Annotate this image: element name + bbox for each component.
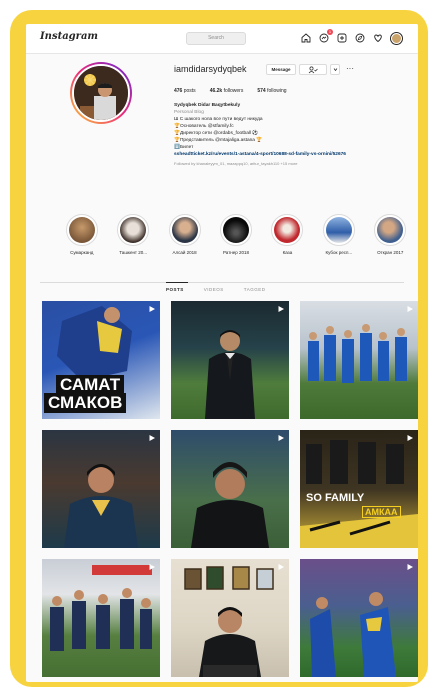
profile-avatar-icon[interactable] [390,32,402,44]
post-thumbnail[interactable] [171,430,289,548]
bio-line: Ш С шакого нола все пути ведут никуда [174,117,263,122]
profile-bio: Sydyqbek Didar Baqytbekuly Personal Blog… [174,102,404,167]
post-thumbnail[interactable] [171,301,289,419]
following-stat[interactable]: 574 following [257,88,286,94]
notification-badge: 1 [327,29,333,35]
reel-icon [407,306,413,312]
post-caption-text: САМАТ [56,375,125,395]
instagram-logo[interactable]: Instagram [40,31,98,42]
suggested-dropdown-button[interactable] [330,64,340,75]
reel-icon [149,306,155,312]
posts-grid: САМАТ СМАКОВ SO FAMILY АМКАА [42,301,418,677]
reel-icon [407,564,413,570]
tab-posts[interactable]: POSTS [166,287,184,292]
instagram-screen: Instagram Search 1 iamdidarsydyqbek Mess… [26,24,418,682]
profile-username: iamdidarsydyqbek [174,64,247,74]
posts-stat: 476 posts [174,88,196,94]
explore-icon[interactable] [354,32,366,44]
bio-line: ⬇️Билет [174,145,194,150]
post-thumbnail[interactable] [42,430,160,548]
profile-stats: 476 posts 46.2k followers 574 following [174,88,287,94]
highlight-item[interactable]: Ташкент 20... [109,214,156,255]
tabs-divider [40,282,404,283]
top-nav-bar: Instagram Search 1 [26,24,418,54]
post-caption-text: АМКАА [362,506,401,518]
highlight-item[interactable]: Откран 2017 [367,214,414,255]
new-post-icon[interactable] [336,32,348,44]
highlight-item[interactable]: Каза [264,214,311,255]
post-thumbnail[interactable] [42,559,160,677]
post-caption-text: СМАКОВ [44,393,127,413]
nav-icons: 1 [300,29,402,44]
highlight-item[interactable]: Алсай 2018 [161,214,208,255]
post-thumbnail[interactable] [171,559,289,677]
post-thumbnail[interactable] [300,559,418,677]
followed-by-text[interactable]: Followed by khanaleyym_01, mazappq10, ar… [174,160,404,167]
home-icon[interactable] [300,32,312,44]
profile-category: Personal Blog [174,110,204,115]
bio-line: 🏆Основатель @stfamily.fc [174,124,234,129]
more-options-button[interactable]: ··· [346,64,354,73]
messenger-icon[interactable]: 1 [318,29,333,44]
post-thumbnail[interactable]: САМАТ СМАКОВ [42,301,160,419]
reel-icon [149,435,155,441]
reel-icon [407,435,413,441]
reel-icon [278,306,284,312]
message-button[interactable]: Message [266,64,296,75]
bio-link[interactable]: ssheadtticket.kz/ru/events/1-astana/4-sp… [174,151,404,158]
reel-icon [278,435,284,441]
active-tab-indicator [166,282,188,283]
profile-full-name: Sydyqbek Didar Baqytbekuly [174,103,241,108]
highlight-item[interactable]: Сумарканд [58,214,105,255]
following-button[interactable] [299,64,327,75]
profile-picture[interactable] [70,62,132,124]
bio-line: 🏆Представитель @mtajaliga.astana 🏆 [174,138,263,143]
post-caption-text: SO FAMILY [306,492,365,504]
heart-icon[interactable] [372,32,384,44]
tab-tagged[interactable]: TAGGED [244,287,266,292]
search-input[interactable]: Search [186,32,246,45]
profile-tabs: POSTS VIDEOS TAGGED [166,287,265,292]
bio-line: 🏆Директор сети @ordabs_football ⚽ [174,131,259,136]
story-highlights: Сумарканд Ташкент 20... Алсай 2018 Ратне… [58,214,418,255]
reel-icon [278,564,284,570]
highlight-item[interactable]: Ратнер 2018 [212,214,259,255]
highlight-item[interactable]: Кубок респ... [315,214,362,255]
tab-videos[interactable]: VIDEOS [204,287,224,292]
post-thumbnail[interactable]: SO FAMILY АМКАА [300,430,418,548]
followers-stat[interactable]: 46.2k followers [210,88,244,94]
reel-icon [149,564,155,570]
post-thumbnail[interactable] [300,301,418,419]
